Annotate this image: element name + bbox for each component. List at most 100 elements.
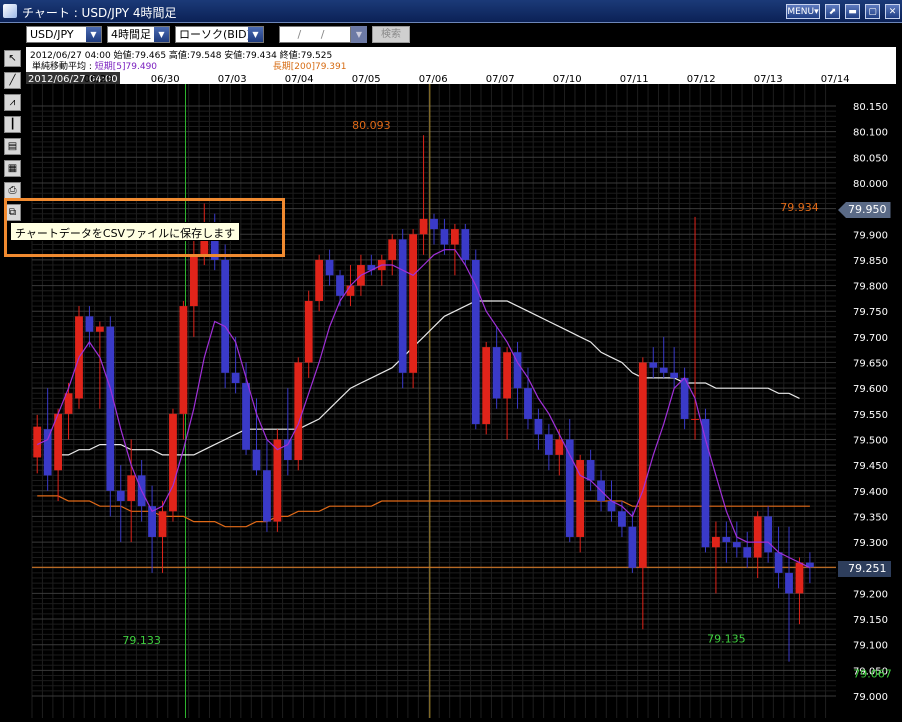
menu-button[interactable]: MENU▾ xyxy=(786,4,820,19)
timeframe-select[interactable]: 4時間足 ▼ xyxy=(107,26,170,43)
candle-type-select[interactable]: ローソク(BID) ▼ xyxy=(175,26,264,43)
candle-body xyxy=(43,429,52,476)
date-input[interactable]: / / xyxy=(279,26,351,43)
candle-body xyxy=(169,413,177,512)
candle-body xyxy=(179,306,188,414)
price-annotation: 79.133 xyxy=(122,634,161,647)
ohlc-info-bar: 2012/06/27 04:00 始値:79.465 高値:79.548 安値:… xyxy=(26,47,896,72)
y-tick-label: 80.100 xyxy=(853,128,888,139)
candle-body xyxy=(691,418,699,420)
candle-body xyxy=(764,516,773,553)
print-icon[interactable]: ⎙ xyxy=(4,182,21,199)
csv-save-tooltip: チャートデータをCSVファイルに保存します xyxy=(10,222,241,241)
candle-body xyxy=(638,362,647,568)
cursor-icon[interactable]: ↖ xyxy=(4,50,21,67)
window-titlebar: チャート : USD/JPY 4時間足 MENU▾ ⬈ ▬ ▢ ✕ xyxy=(0,0,902,23)
candlestick-chart[interactable]: 80.150 80.100 80.050 80.000 79.950 79.900 79.8… xyxy=(26,72,896,722)
y-tick-label: 79.600 xyxy=(853,384,888,395)
candle-body xyxy=(419,218,428,235)
y-tick-label: 80.150 xyxy=(853,102,888,113)
candle-body xyxy=(106,326,115,491)
y-tick-label: 79.100 xyxy=(853,641,888,652)
y-tick-label: 79.800 xyxy=(853,282,888,293)
chevron-down-icon: ▼ xyxy=(154,27,169,42)
trendline-icon[interactable]: ╱ xyxy=(4,72,21,89)
candle-type-select-value: ローソク(BID) xyxy=(179,28,251,41)
y-tick-label: 79.850 xyxy=(853,256,888,267)
y-tick-label: 79.300 xyxy=(853,538,888,549)
x-tick-label: 07/05 xyxy=(352,74,381,85)
candle-body xyxy=(158,511,167,537)
candle-body xyxy=(774,552,783,573)
candle-body xyxy=(492,347,501,399)
candle-body xyxy=(440,229,449,245)
candle-body xyxy=(618,511,626,527)
pair-select[interactable]: USD/JPY ▼ xyxy=(26,26,102,43)
candle-body xyxy=(461,229,470,260)
y-tick-label: 79.350 xyxy=(853,512,888,523)
timeframe-select-value: 4時間足 xyxy=(111,28,151,41)
candle-body xyxy=(785,572,793,594)
candle-body xyxy=(430,218,438,230)
y-tick-label: 79.400 xyxy=(853,487,888,498)
candle-body xyxy=(304,300,313,363)
x-tick-label: 07/06 xyxy=(419,74,448,85)
ma-legend: 単純移動平均 : 短期[5]79.490 長期[200]79.391 xyxy=(32,59,346,72)
candle-body xyxy=(273,439,282,522)
last-price-tag: 79.251 xyxy=(838,561,891,577)
candle-body xyxy=(753,516,762,558)
close-icon[interactable]: ✕ xyxy=(885,4,900,19)
current-price-tag: 79.950 xyxy=(838,202,891,218)
popout-icon[interactable]: ⬈ xyxy=(825,4,840,19)
maximize-icon[interactable]: ▢ xyxy=(865,4,880,19)
candle-body xyxy=(524,388,532,419)
candle-body xyxy=(544,434,553,455)
price-annotation: 80.093 xyxy=(352,119,391,132)
candles-icon[interactable]: ┃ xyxy=(4,116,21,133)
x-tick-label: 06/30 xyxy=(151,74,180,85)
candle-body xyxy=(221,259,230,373)
chevron-down-icon: ▼ xyxy=(248,27,263,42)
y-tick-label: 79.650 xyxy=(853,359,888,370)
candle-body xyxy=(722,536,731,543)
candle-body xyxy=(189,254,198,307)
candle-body xyxy=(555,439,564,455)
window-icon[interactable]: ▤ xyxy=(4,138,21,155)
y-tick-label: 79.200 xyxy=(853,589,888,600)
table-icon[interactable]: ▦ xyxy=(4,160,21,177)
candle-body xyxy=(743,547,752,558)
candle-body xyxy=(325,259,334,276)
candle-body xyxy=(231,372,240,384)
minimize-icon[interactable]: ▬ xyxy=(845,4,860,19)
candle-body xyxy=(252,449,261,471)
indicator-icon[interactable]: ⩘ xyxy=(4,94,21,111)
candle-body xyxy=(712,536,720,548)
price-annotation: 79.067 xyxy=(853,668,892,681)
calendar-dropdown-icon[interactable]: ▼ xyxy=(351,26,367,43)
y-tick-label: 79.000 xyxy=(853,692,888,703)
candle-body xyxy=(242,383,250,450)
candle-body xyxy=(482,347,491,425)
pair-select-value: USD/JPY xyxy=(30,28,74,41)
candle-body xyxy=(116,490,125,502)
x-tick-label: 07/13 xyxy=(754,74,783,85)
x-tick-label: 07/12 xyxy=(687,74,716,85)
ma-prefix: 単純移動平均 : xyxy=(32,62,92,72)
y-tick-label: 79.900 xyxy=(853,230,888,241)
candle-body xyxy=(659,367,668,373)
candle-body xyxy=(398,239,407,373)
y-tick-label: 79.750 xyxy=(853,307,888,318)
x-tick-label: 07/14 xyxy=(821,74,850,85)
candle-body xyxy=(534,418,543,435)
ma-short-legend: 短期[5]79.490 xyxy=(94,62,158,72)
search-button[interactable]: 検索 xyxy=(372,26,410,43)
candle-body xyxy=(409,234,418,373)
candle-body xyxy=(732,542,741,548)
candle-body xyxy=(54,413,63,471)
candle-body xyxy=(649,362,658,368)
tool-strip: ↖ ╱ ⩘ ┃ ▤ ▦ ⎙ ⧉ xyxy=(0,46,24,722)
y-tick-label: 79.150 xyxy=(853,615,888,626)
y-tick-label: 79.500 xyxy=(853,435,888,446)
candle-body xyxy=(263,470,271,522)
candle-body xyxy=(85,316,94,332)
